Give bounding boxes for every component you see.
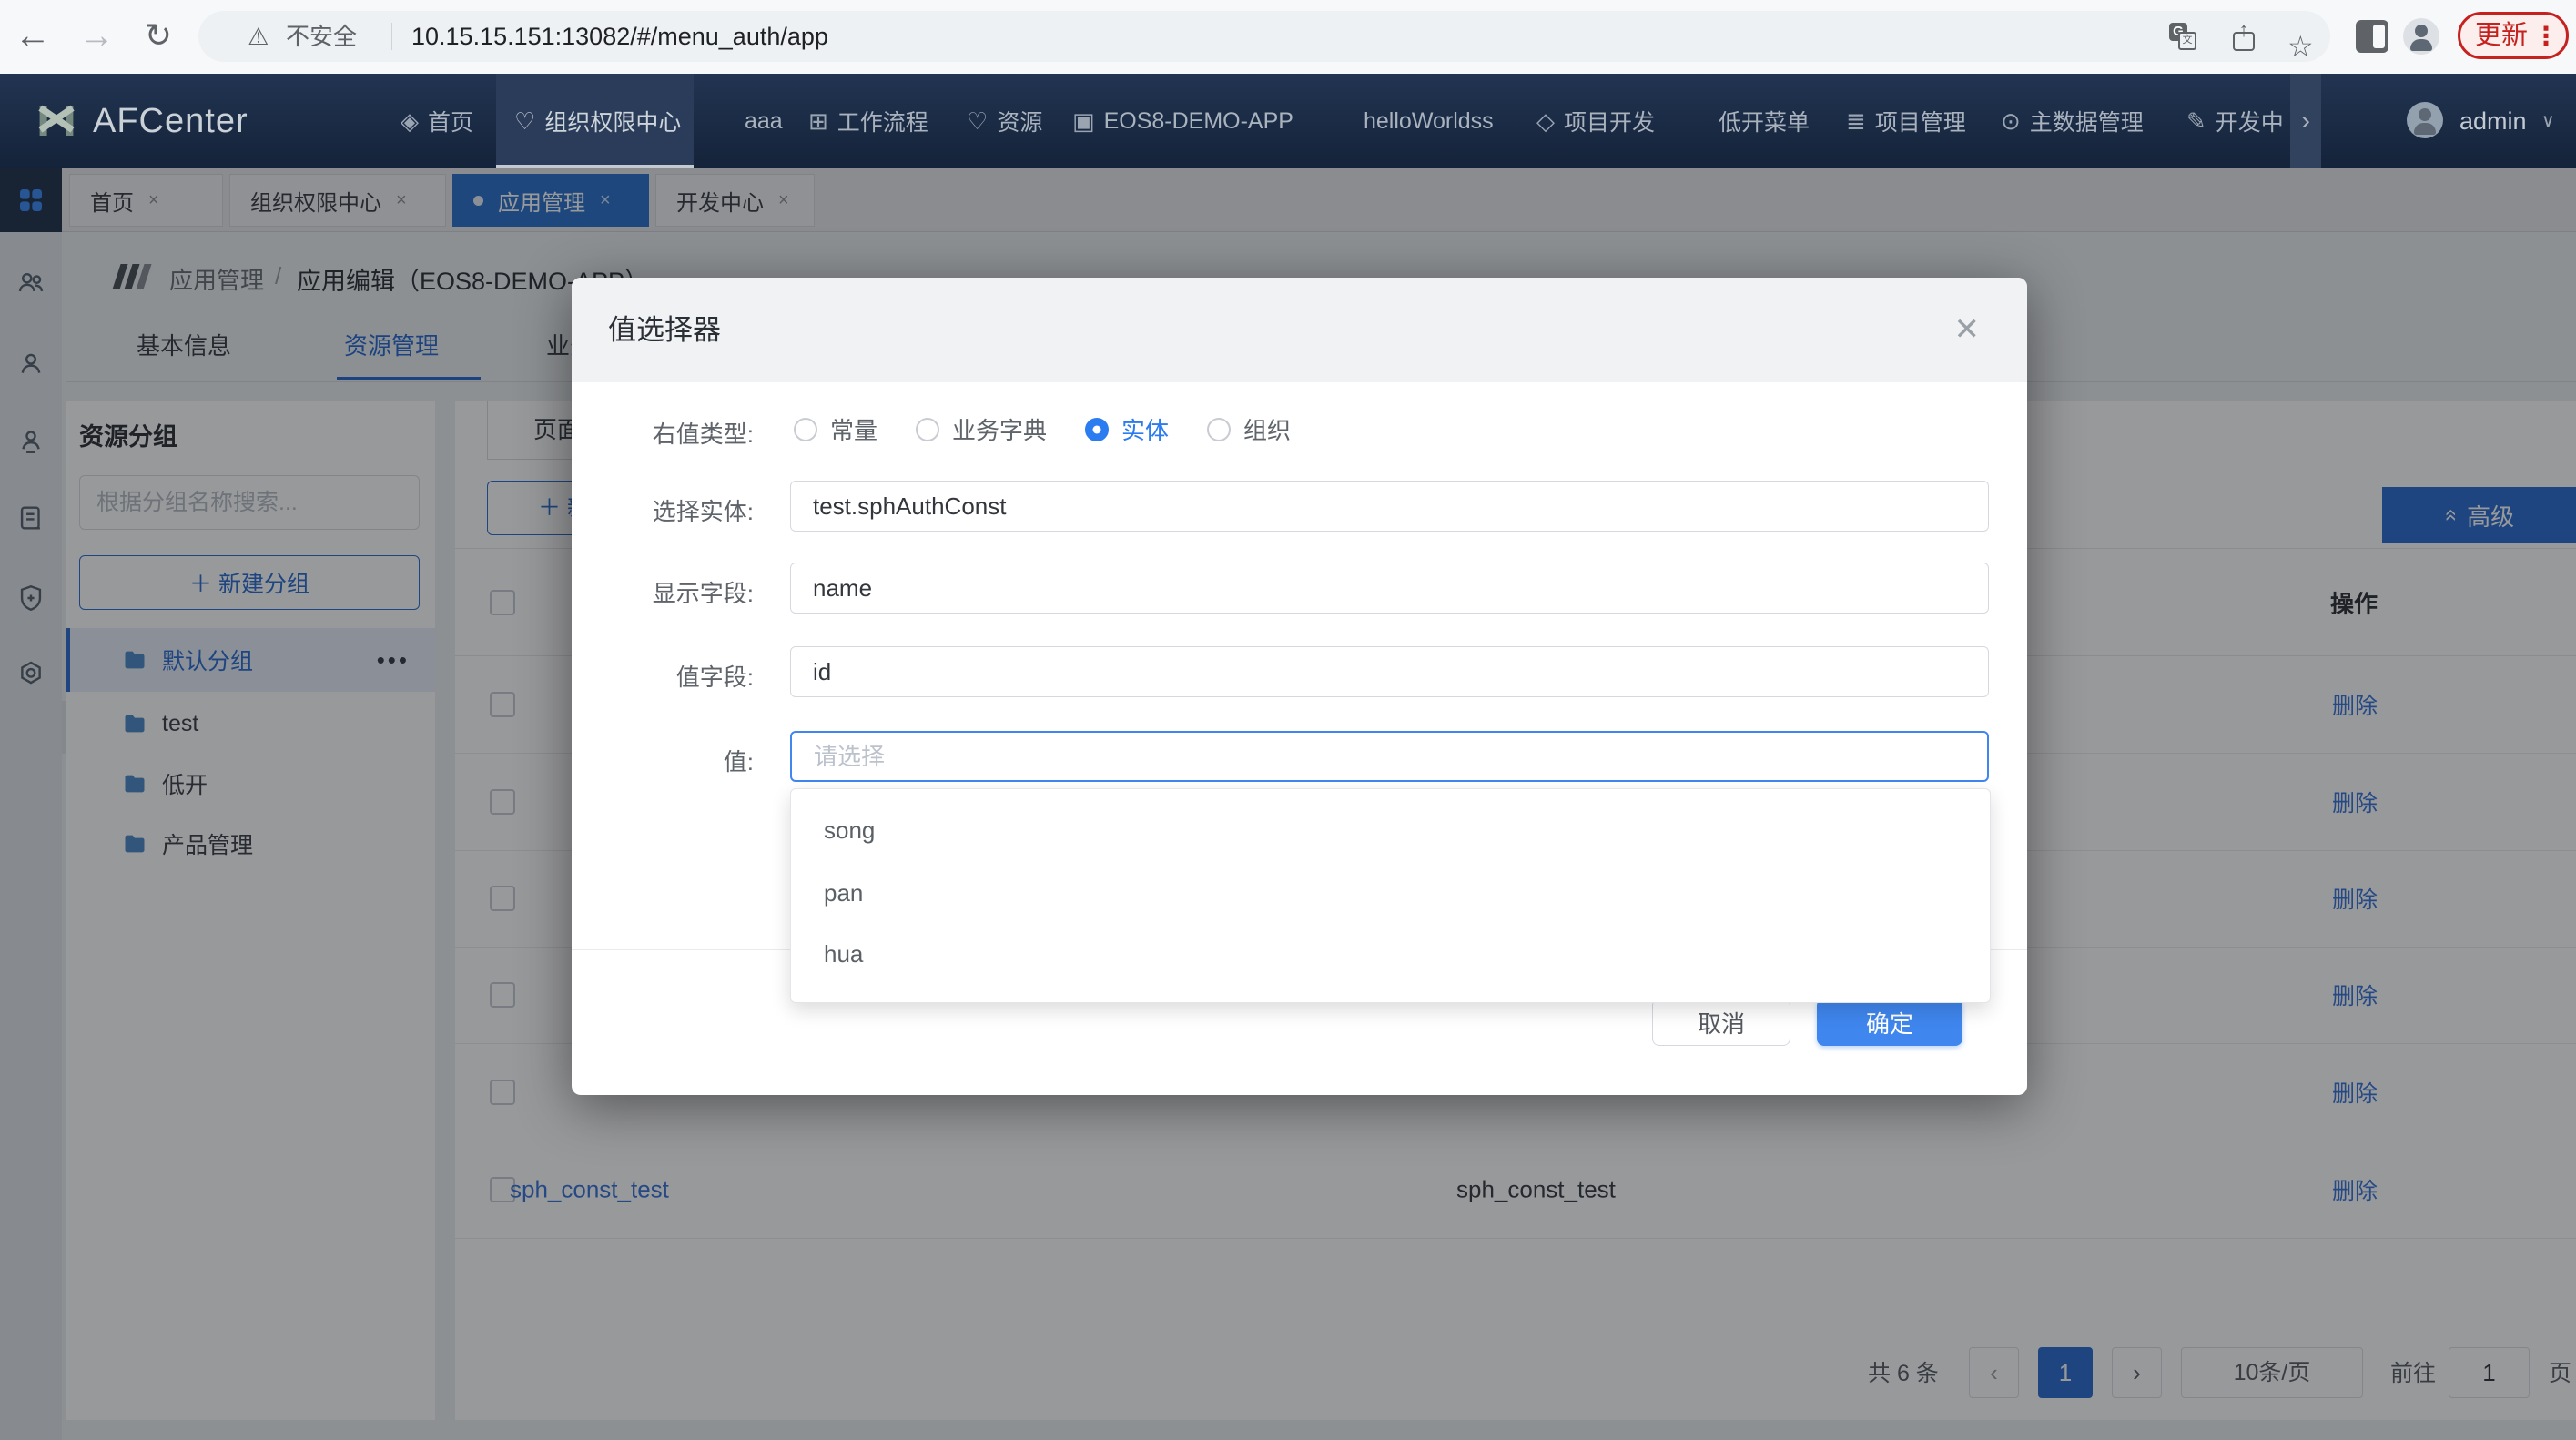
translate-icon[interactable]: G 文 <box>2169 23 2196 50</box>
value-label: 值: <box>572 744 754 777</box>
display-field-label: 显示字段: <box>572 575 754 609</box>
wrench-icon: ⊙ <box>2001 107 2021 136</box>
radio-circle-icon <box>1207 418 1231 441</box>
radio-circle-icon <box>1085 418 1109 441</box>
hexagon-icon: ◇ <box>1536 107 1555 136</box>
address-divider <box>391 23 392 50</box>
nav-item-project-dev[interactable]: ◇项目开发 <box>1536 74 1655 168</box>
username[interactable]: admin <box>2459 74 2527 168</box>
brand-name: AFCenter <box>93 74 248 168</box>
right-value-type-label: 右值类型: <box>572 416 754 450</box>
nav-item-eos8-demo-app[interactable]: ▣EOS8-DEMO-APP <box>1072 74 1293 168</box>
app-icon: ▣ <box>1072 107 1095 136</box>
radio-business-dict[interactable]: 业务字典 <box>916 412 1047 446</box>
option-pan[interactable]: pan <box>824 873 863 913</box>
right-value-type-radio-group: 常量 业务字典 实体 组织 <box>794 412 1291 446</box>
reload-button[interactable]: ↻ <box>133 0 184 74</box>
heart-icon: ♡ <box>967 107 988 136</box>
dialog-close-icon[interactable]: ✕ <box>1954 278 1981 382</box>
value-select-input[interactable] <box>790 731 1989 782</box>
nav-item-aaa[interactable]: aaa <box>745 74 783 168</box>
workflow-icon: ⊞ <box>808 107 828 136</box>
dialog-header: 值选择器 ✕ <box>572 278 2027 382</box>
app-top-nav: AFCenter ◈首页 ♡组织权限中心 aaa ⊞工作流程 ♡资源 ▣EOS8… <box>0 74 2576 168</box>
radio-organization[interactable]: 组织 <box>1207 412 1291 446</box>
value-selector-dialog: 值选择器 ✕ 右值类型: 常量 业务字典 实体 组织 选择实体: 显示字段: 值… <box>572 278 2027 1095</box>
option-song[interactable]: song <box>824 810 875 850</box>
user-caret-icon[interactable]: ∨ <box>2541 74 2555 168</box>
share-icon[interactable]: ↑ <box>2230 24 2257 51</box>
nav-item-org-auth-center[interactable]: ♡组织权限中心 <box>514 74 681 168</box>
display-field-input[interactable] <box>790 563 1989 614</box>
back-button[interactable]: ← <box>7 0 58 74</box>
layers-icon: ≣ <box>1846 107 1866 136</box>
browser-menu-dots-icon[interactable]: ⋮ <box>2533 15 2559 57</box>
nav-item-project-mgmt[interactable]: ≣项目管理 <box>1846 74 1966 168</box>
dialog-title: 值选择器 <box>608 278 721 382</box>
radio-entity[interactable]: 实体 <box>1085 412 1169 446</box>
nav-item-lowcode-menu[interactable]: 低开菜单 <box>1719 74 1810 168</box>
select-entity-input[interactable] <box>790 481 1989 532</box>
confirm-button[interactable]: 确定 <box>1817 999 1962 1046</box>
value-field-label: 值字段: <box>572 659 754 693</box>
value-options-dropdown: song pan hua <box>790 788 1991 1003</box>
heart-icon: ♡ <box>514 107 535 136</box>
nav-item-master-data[interactable]: ⊙主数据管理 <box>2001 74 2144 168</box>
side-panel-icon[interactable] <box>2356 20 2388 53</box>
afcenter-logo-icon <box>35 99 78 143</box>
not-secure-icon: ⚠ <box>248 11 269 62</box>
nav-overflow-chevron[interactable]: › <box>2290 74 2321 168</box>
edit-icon: ✎ <box>2186 107 2206 136</box>
radio-constant[interactable]: 常量 <box>794 412 877 446</box>
url-text[interactable]: 10.15.15.151:13082/#/menu_auth/app <box>411 11 828 62</box>
home-gem-icon: ◈ <box>401 107 419 136</box>
cancel-button[interactable]: 取消 <box>1652 999 1790 1046</box>
browser-toolbar: ← → ↻ ⚠ 不安全 10.15.15.151:13082/#/menu_au… <box>0 0 2576 75</box>
nav-item-resources[interactable]: ♡资源 <box>967 74 1042 168</box>
option-hua[interactable]: hua <box>824 934 863 974</box>
browser-profile-avatar[interactable] <box>2403 18 2439 55</box>
not-secure-label: 不安全 <box>286 11 357 62</box>
browser-update-button[interactable]: 更新 ⋮ <box>2458 12 2569 59</box>
nav-item-helloworldss[interactable]: helloWorldss <box>1364 74 1494 168</box>
nav-item-workflow[interactable]: ⊞工作流程 <box>808 74 928 168</box>
user-avatar[interactable] <box>2407 102 2443 138</box>
nav-item-dev-center[interactable]: ✎开发中 <box>2186 74 2284 168</box>
radio-circle-icon <box>794 418 817 441</box>
radio-circle-icon <box>916 418 939 441</box>
nav-item-home[interactable]: ◈首页 <box>401 74 473 168</box>
value-field-input[interactable] <box>790 646 1989 697</box>
address-bar[interactable]: ⚠ 不安全 10.15.15.151:13082/#/menu_auth/app… <box>198 11 2330 62</box>
forward-button[interactable]: → <box>71 0 122 74</box>
select-entity-label: 选择实体: <box>572 493 754 527</box>
